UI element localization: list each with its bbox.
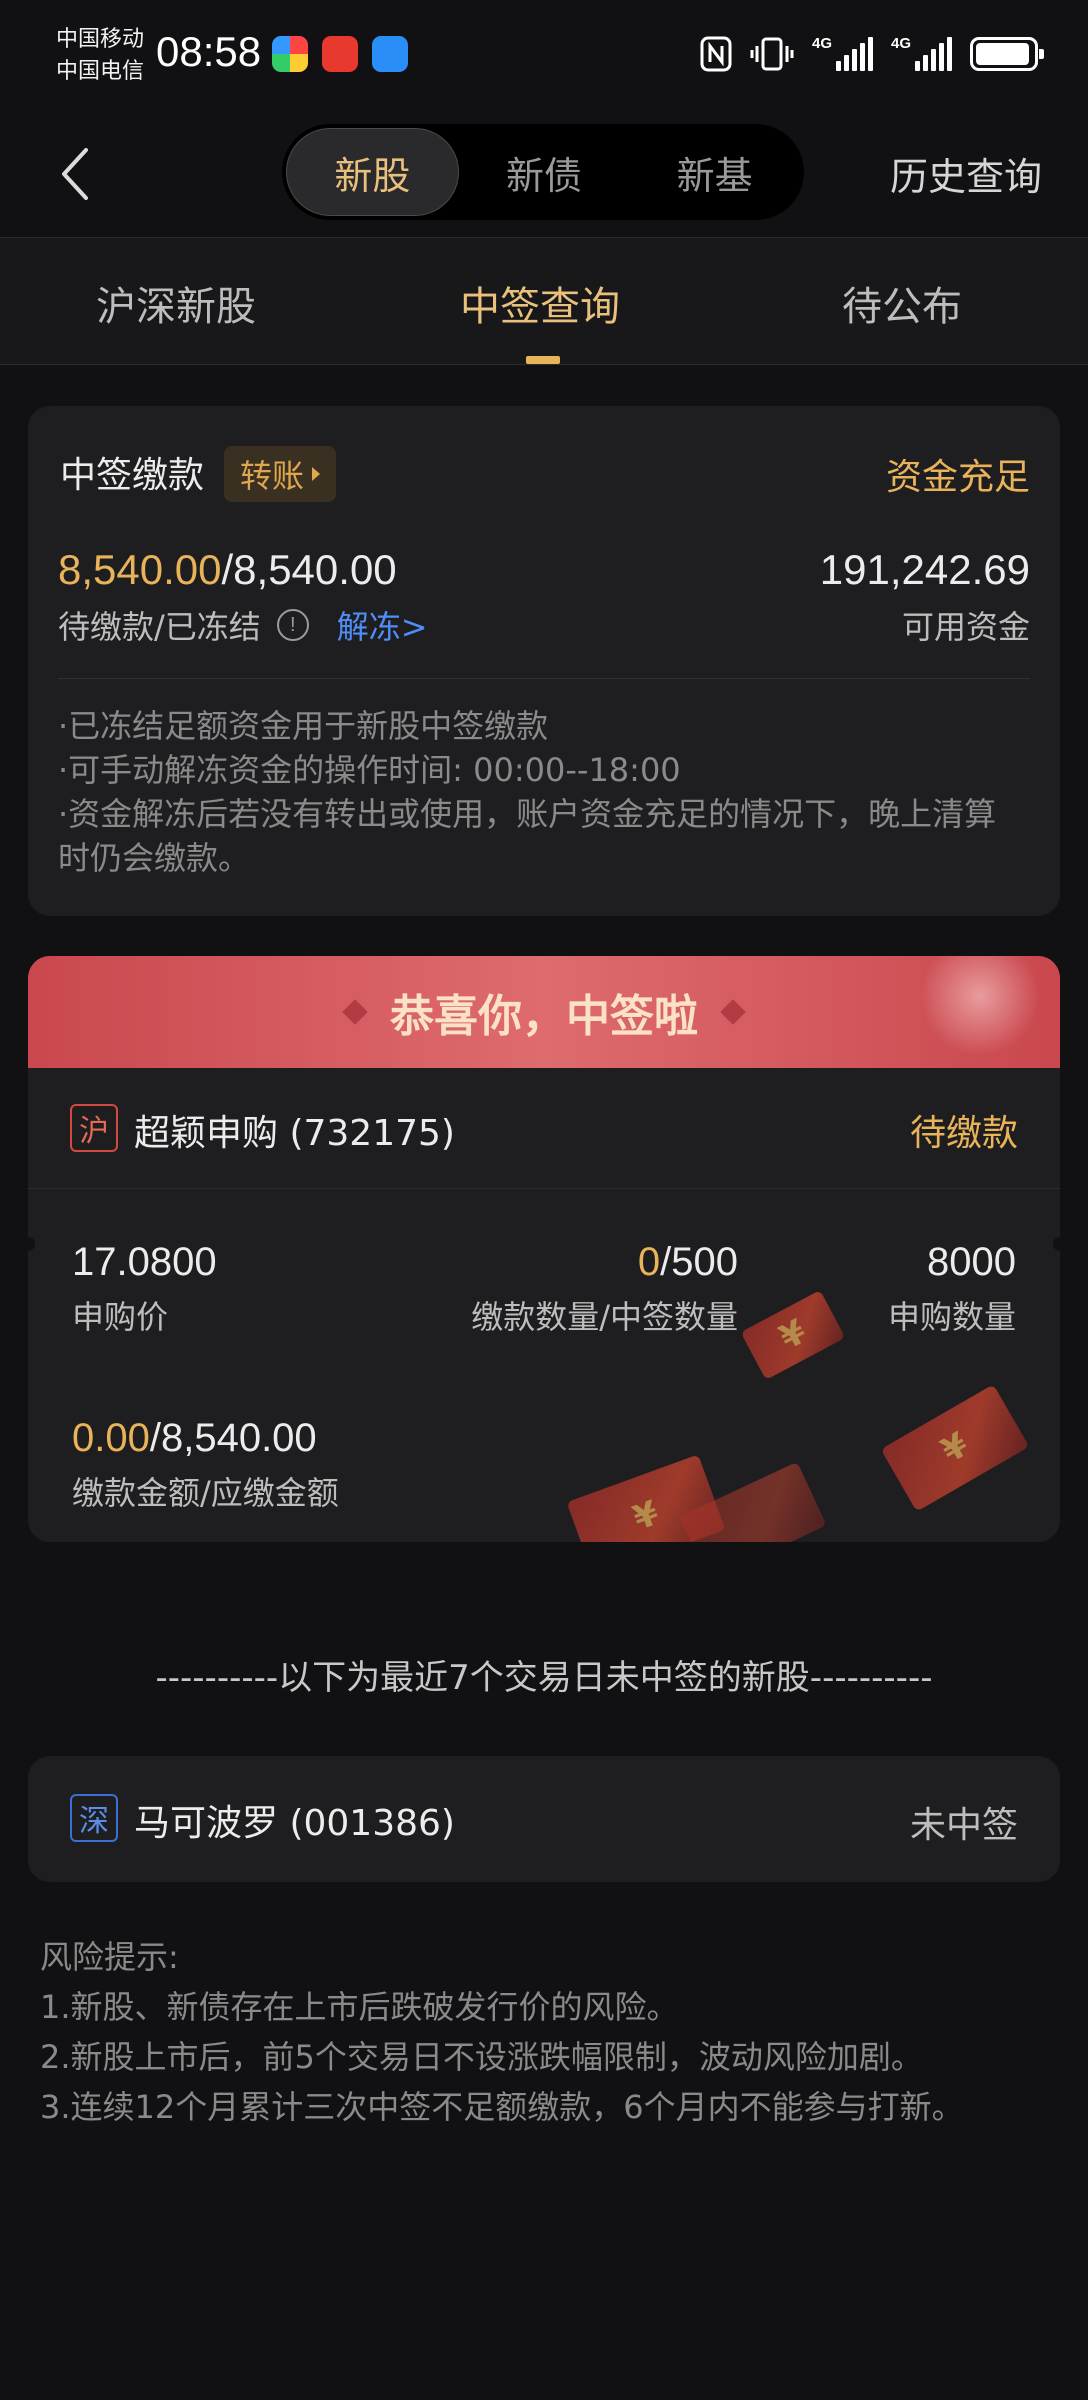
top-navigation: 新股 新债 新基 历史查询 (0, 110, 1088, 238)
paid-amount: 0.00 (72, 1416, 150, 1460)
unfreeze-link[interactable]: 解冻> (337, 602, 428, 648)
segment-new-fund[interactable]: 新基 (629, 128, 800, 216)
pending-frozen-amount: 8,540.00/8,540.00 (58, 546, 397, 594)
transfer-button[interactable]: 转账 (224, 446, 337, 502)
available-funds: 191,242.69 (819, 546, 1030, 593)
frozen-amount: /8,540.00 (221, 546, 397, 593)
product-segment-control: 新股 新债 新基 (282, 124, 804, 220)
note-line: ·资金解冻后若没有转出或使用，账户资金充足的情况下，晚上清算时仍会缴款。 (58, 795, 997, 877)
tab-pending-announce[interactable]: 待公布 (842, 274, 962, 332)
card-divider (58, 678, 1030, 679)
risk-item: 2.新股上市后，前5个交易日不设涨跌幅限制，波动风险加剧。 (40, 2038, 923, 2076)
taobao-app-icon (322, 36, 358, 72)
gallery-app-icon (272, 36, 308, 72)
network-2-label: 4G (891, 35, 912, 52)
card-notch-left (21, 1237, 35, 1251)
applied-qty-label: 申购数量 (887, 1298, 1016, 1336)
available-funds-label: 可用资金 (901, 608, 1030, 646)
transfer-label: 转账 (240, 457, 305, 495)
vibrate-icon (750, 37, 794, 71)
note-line: ·可手动解冻资金的操作时间: 00:00--18:00 (58, 751, 681, 789)
amount-label: 待缴款/已冻结 (58, 608, 261, 646)
carrier-2: 中国电信 (56, 59, 145, 84)
caret-right-icon (312, 467, 321, 481)
battery-icon (970, 37, 1044, 71)
red-envelope-icon: ¥ (740, 1290, 846, 1380)
status-bar: 中国移动 中国电信 08:58 4G 4G (0, 0, 1088, 110)
active-tab-indicator (526, 356, 560, 364)
risk-item: 1.新股、新债存在上市后跌破发行价的风险。 (40, 1988, 679, 2026)
back-arrow-icon[interactable] (52, 144, 100, 204)
paid-won-qty: 0/500 (638, 1240, 738, 1285)
win-card: 恭喜你，中签啦 沪 超颖申购 (732175) 待缴款 ¥ ¥ ¥ 17.080… (28, 956, 1060, 1542)
subtab-divider (0, 364, 1088, 365)
risk-title: 风险提示: (40, 1938, 179, 1976)
carrier-info: 中国移动 中国电信 (56, 24, 144, 88)
diamond-decoration (342, 999, 368, 1025)
signal-2-icon: 4G (891, 35, 952, 71)
tab-win-query[interactable]: 中签查询 (460, 274, 620, 332)
history-query-link[interactable]: 历史查询 (890, 146, 1042, 201)
risk-item: 3.连续12个月累计三次中签不足额缴款，6个月内不能参与打新。 (40, 2088, 964, 2126)
status-time: 08:58 (156, 28, 262, 75)
recent-unwon-separator: ----------以下为最近7个交易日未中签的新股---------- (155, 1658, 933, 1698)
nfc-icon (700, 36, 732, 72)
amount-label: 缴款金额/应缴金额 (72, 1474, 339, 1512)
amount-label-row: 待缴款/已冻结 ! 解冻> (58, 602, 428, 648)
banner-text: 恭喜你，中签啦 (390, 991, 698, 1042)
won-stock-name: 超颖申购 (732175) (134, 1113, 455, 1154)
paid-qty: 0 (637, 1240, 661, 1284)
market-tag-sz: 深 (70, 1794, 118, 1842)
payment-status: 待缴款 (909, 1113, 1018, 1154)
status-indicators: 4G 4G (700, 34, 1044, 74)
unwon-stock-name: 马可波罗 (001386) (134, 1803, 455, 1844)
congrats-banner: 恭喜你，中签啦 (28, 956, 1060, 1068)
red-envelope-icon: ¥ (880, 1384, 1030, 1512)
carrier-1: 中国移动 (56, 27, 145, 52)
unwon-status: 未中签 (909, 1805, 1018, 1846)
banner-glow (920, 956, 1040, 1056)
card-notch-right (1053, 1237, 1067, 1251)
paid-due-amount: 0.00/8,540.00 (72, 1416, 317, 1461)
subscription-price: 17.0800 (72, 1240, 217, 1284)
note-line: ·已冻结足额资金用于新股中签缴款 (58, 707, 549, 745)
info-icon[interactable]: ! (276, 609, 309, 641)
message-app-icon (372, 36, 408, 72)
unwon-stock-card[interactable]: 深 马可波罗 (001386) 未中签 (28, 1756, 1060, 1882)
applied-qty: 8000 (927, 1240, 1016, 1284)
market-tag-sh: 沪 (70, 1104, 118, 1152)
row-divider (28, 1188, 1060, 1189)
tab-hs-new-stock[interactable]: 沪深新股 (96, 274, 256, 332)
subtab-bar: 沪深新股 中签查询 待公布 (0, 238, 1088, 364)
fund-status: 资金充足 (885, 457, 1030, 498)
qty-label: 缴款数量/中签数量 (471, 1298, 738, 1336)
payment-notes: ·已冻结足额资金用于新股中签缴款 ·可手动解冻资金的操作时间: 00:00--1… (58, 704, 1028, 880)
won-qty: /500 (660, 1240, 738, 1284)
payment-card: 中签缴款 转账 资金充足 8,540.00/8,540.00 待缴款/已冻结 !… (28, 406, 1060, 916)
segment-new-stock[interactable]: 新股 (286, 128, 459, 216)
risk-notice: 风险提示: 1.新股、新债存在上市后跌破发行价的风险。 2.新股上市后，前5个交… (40, 1932, 1060, 2132)
diamond-decoration (720, 999, 746, 1025)
payment-title: 中签缴款 (60, 455, 205, 496)
pending-amount: 8,540.00 (58, 546, 222, 593)
subscription-price-label: 申购价 (72, 1298, 169, 1336)
network-1-label: 4G (812, 35, 833, 52)
signal-1-icon: 4G (812, 35, 873, 71)
segment-new-bond[interactable]: 新债 (459, 128, 630, 216)
due-amount: /8,540.00 (149, 1416, 317, 1460)
